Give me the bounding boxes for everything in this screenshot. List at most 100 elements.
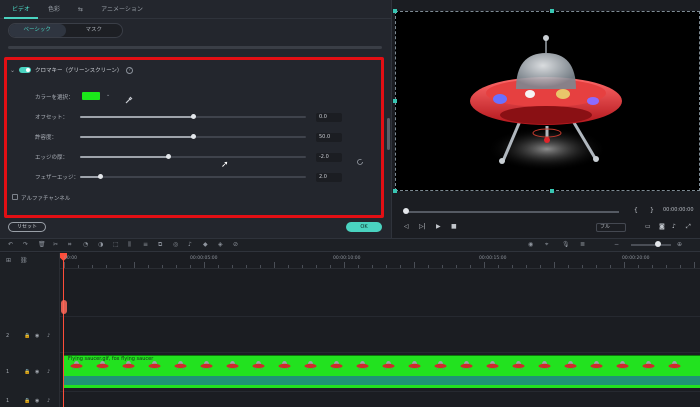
reset-slider-icon[interactable] (356, 151, 364, 170)
zoom-slider[interactable] (631, 244, 671, 246)
bracket-right-icon[interactable]: } (650, 207, 654, 214)
cut-icon[interactable]: ✂ (53, 241, 58, 248)
ruler-tick (456, 265, 457, 268)
link-icon[interactable]: ⛓ (20, 257, 28, 264)
clip-thumbnail (70, 361, 83, 370)
adjust-icon[interactable]: ≡ (143, 241, 148, 248)
timeline-ruler[interactable] (60, 253, 700, 269)
split-icon[interactable]: ⫼ (128, 241, 131, 249)
tolerance-slider-knob[interactable] (190, 133, 196, 139)
feather-edge-value[interactable]: 2.0 (316, 173, 342, 182)
tab-animation[interactable]: アニメーション (93, 0, 151, 19)
crop-icon[interactable]: ⌗ (68, 241, 71, 249)
render-icon[interactable]: ◉ (528, 241, 533, 248)
timeline-toolbar (0, 238, 700, 252)
detach-icon[interactable]: ⊘ (233, 241, 238, 248)
eye-icon[interactable]: ◉ (35, 369, 39, 375)
add-track-icon[interactable]: ⊞ (6, 257, 11, 264)
feather-edge-slider[interactable] (80, 176, 306, 178)
playhead[interactable] (63, 253, 64, 407)
ruler-tick (316, 265, 317, 268)
zoom-knob[interactable] (655, 241, 661, 247)
alpha-channel-checkbox[interactable] (12, 194, 18, 200)
volume-icon[interactable]: ♪ (672, 223, 676, 230)
tolerance-slider-fill (80, 136, 193, 138)
panel-scrollbar[interactable] (387, 118, 390, 150)
mute-icon[interactable]: ♪ (47, 369, 50, 375)
voice-icon[interactable]: 🎙 (562, 241, 570, 248)
tab-video[interactable]: ビデオ (4, 0, 39, 19)
clip-thumbnail (486, 361, 499, 370)
tab-color[interactable]: 色彩 (40, 0, 68, 19)
ruler-tick (568, 265, 569, 268)
mute-icon[interactable]: ♪ (47, 398, 50, 404)
chevron-down-icon[interactable]: ⌄ (106, 92, 110, 98)
zoom-out-icon[interactable]: − (614, 241, 619, 248)
resize-handle[interactable] (550, 189, 554, 193)
play-pause-icon[interactable]: ▷| (419, 223, 426, 230)
quality-dropdown[interactable]: フル (596, 223, 626, 232)
scrubber-knob[interactable] (403, 208, 409, 214)
audio-icon[interactable]: ♪ (188, 241, 192, 248)
lock-icon[interactable]: 🔒 (24, 398, 30, 404)
clip-thumbnail (538, 361, 551, 370)
edge-thickness-value[interactable]: -2.0 (316, 153, 342, 162)
eye-icon[interactable]: ◉ (35, 398, 39, 404)
resize-handle[interactable] (393, 189, 397, 193)
edge-thickness-slider-knob[interactable] (165, 153, 171, 159)
ruler-tick (260, 265, 261, 268)
fullscreen-icon[interactable]: ⤢ (686, 223, 691, 231)
transition-icon[interactable]: ⧉ (158, 241, 162, 249)
tolerance-value[interactable]: 50.0 (316, 133, 342, 142)
mixer-icon[interactable]: ≣ (580, 241, 585, 248)
color-icon[interactable]: ◑ (98, 241, 103, 248)
ruler-tick (330, 265, 331, 268)
redo-icon[interactable]: ↷ (23, 241, 28, 248)
feather-edge-slider-knob[interactable] (97, 173, 103, 179)
tab-audio[interactable]: ⇆ (70, 0, 91, 19)
delete-icon[interactable]: 🗑 (38, 241, 46, 248)
marker-icon[interactable]: ◈ (218, 241, 223, 248)
ruler-label: 00:00 (64, 256, 77, 261)
snap-icon[interactable]: ⌖ (545, 241, 548, 249)
lock-icon[interactable]: 🔒 (24, 369, 30, 375)
track-headers (0, 253, 60, 407)
ok-button[interactable]: OK (346, 222, 382, 232)
eye-icon[interactable]: ◉ (35, 333, 39, 339)
resize-handle[interactable] (393, 9, 397, 13)
chevron-down-icon[interactable]: ⌄ (10, 67, 15, 74)
resize-handle[interactable] (393, 99, 397, 103)
ruler-tick (358, 265, 359, 268)
subtab-basic[interactable]: ベーシック (9, 24, 66, 37)
ruler-tick (540, 265, 541, 268)
mask-icon[interactable]: ⬚ (113, 241, 119, 248)
resize-handle[interactable] (550, 9, 554, 13)
lock-icon[interactable]: 🔒 (24, 333, 30, 339)
ruler-tick (162, 265, 163, 268)
snapshot-icon[interactable]: ◙ (659, 223, 665, 230)
alpha-channel-label: アルファチャンネル (21, 196, 71, 202)
mute-icon[interactable]: ♪ (47, 333, 50, 339)
speed-icon[interactable]: ◔ (83, 241, 88, 248)
ruler-tick (638, 265, 639, 268)
keyframe-icon[interactable]: ◆ (203, 241, 208, 248)
playback-scrubber[interactable] (405, 211, 619, 213)
stabilize-icon[interactable]: ◎ (173, 241, 178, 248)
screen-icon[interactable]: ▭ (645, 223, 651, 230)
ruler-tick (232, 265, 233, 268)
chroma-key-toggle[interactable] (19, 67, 32, 73)
help-icon[interactable]: ? (126, 66, 134, 74)
eyedropper-icon[interactable] (124, 90, 134, 109)
stop-icon[interactable]: ■ (451, 223, 457, 230)
offset-slider-knob[interactable] (190, 113, 196, 119)
step-back-icon[interactable]: ◁ (404, 223, 409, 230)
zoom-in-icon[interactable]: ⊕ (677, 241, 682, 248)
undo-icon[interactable]: ↶ (8, 241, 13, 248)
color-swatch[interactable] (82, 92, 100, 100)
subtab-mask[interactable]: マスク (66, 24, 123, 37)
ruler-tick (484, 262, 485, 268)
bracket-left-icon[interactable]: { (634, 207, 638, 214)
reset-button[interactable]: リセット (8, 222, 46, 232)
play-icon[interactable]: ▶ (436, 223, 441, 230)
offset-value[interactable]: 0.0 (316, 113, 342, 122)
